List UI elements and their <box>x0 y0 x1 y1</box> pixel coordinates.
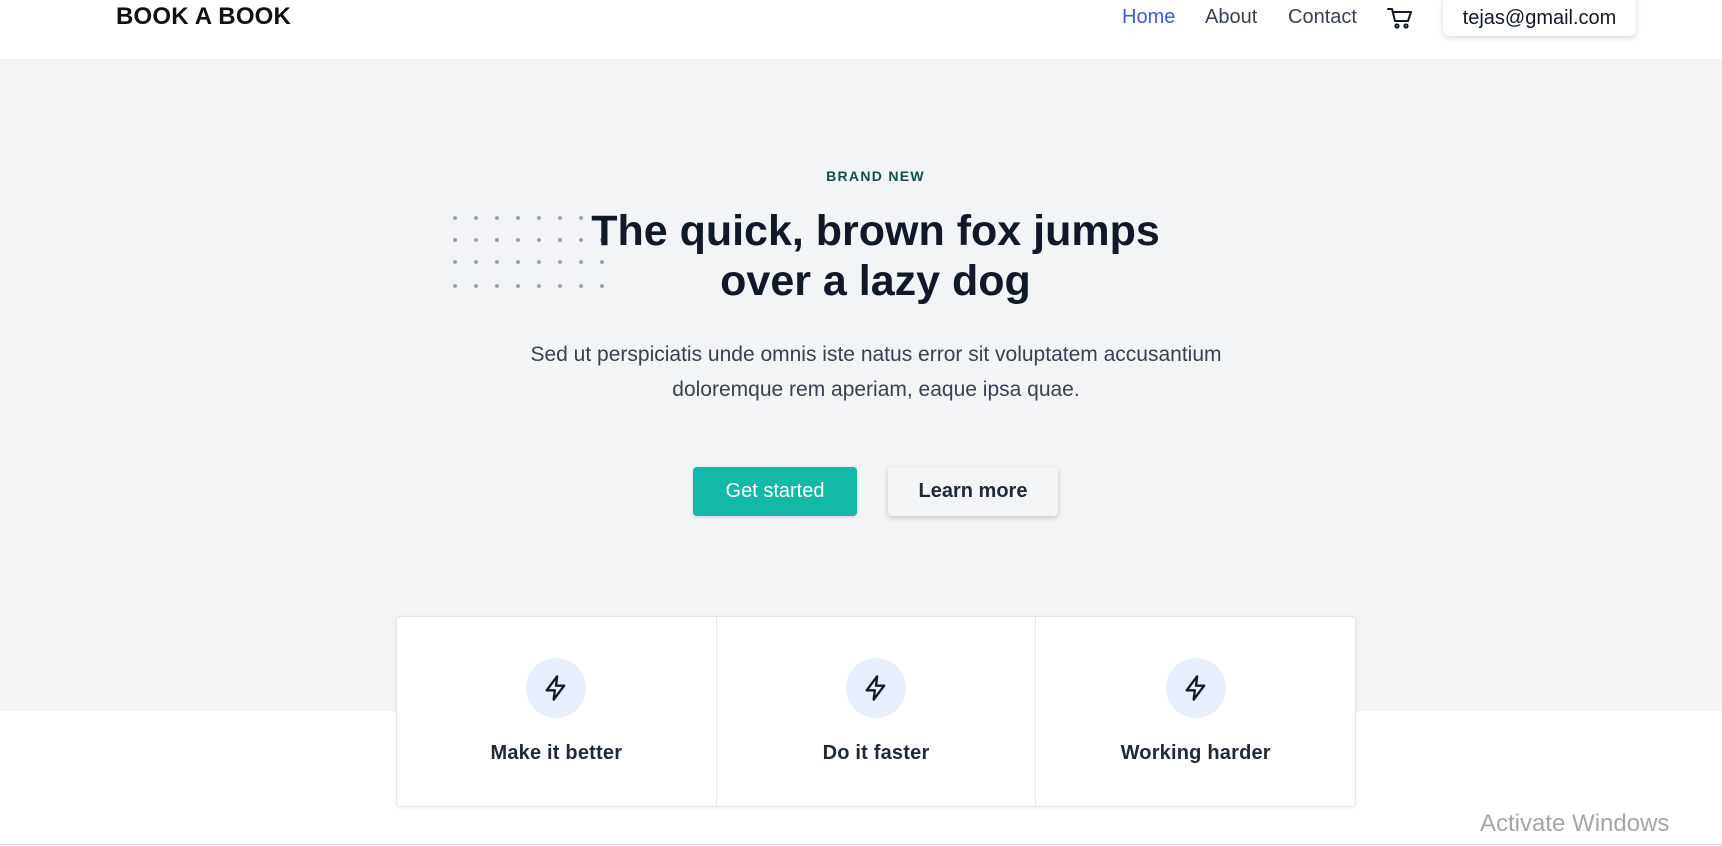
nav-link-about[interactable]: About <box>1205 6 1257 29</box>
hero-headline: The quick, brown fox jumps over a lazy d… <box>0 206 1722 306</box>
feature-card: Working harder <box>1036 617 1355 806</box>
brand-logo[interactable]: BOOK A BOOK <box>116 3 291 31</box>
lightning-icon <box>526 658 587 718</box>
lightning-icon <box>846 658 906 718</box>
nav-link-home[interactable]: Home <box>1122 6 1175 29</box>
feature-label: Working harder <box>1120 742 1271 764</box>
user-email: tejas@gmail.com <box>1462 6 1617 29</box>
hero-subtext: Sed ut perspiciatis unde omnis iste natu… <box>530 343 1222 401</box>
cart-icon[interactable] <box>1386 6 1414 30</box>
feature-card: Make it better <box>397 617 717 806</box>
hero-headline-line2: over a lazy dog <box>720 257 1031 305</box>
page: BOOK A BOOK Home About Contact tejas@gma… <box>0 0 1722 846</box>
nav-link-contact[interactable]: Contact <box>1288 6 1357 29</box>
user-menu-button[interactable]: tejas@gmail.com <box>1443 0 1636 36</box>
feature-label: Do it faster <box>822 742 930 764</box>
feature-label: Make it better <box>490 742 623 764</box>
navbar: BOOK A BOOK Home About Contact tejas@gma… <box>0 0 1722 59</box>
get-started-button[interactable]: Get started <box>693 467 857 516</box>
feature-card: Do it faster <box>717 617 1037 806</box>
learn-more-button[interactable]: Learn more <box>888 467 1058 516</box>
hero-eyebrow: BRAND NEW <box>826 168 925 184</box>
bottom-divider <box>0 844 1722 845</box>
activate-windows-watermark: Activate Windows <box>1480 810 1670 837</box>
hero-headline-line1: The quick, brown fox jumps <box>591 207 1160 255</box>
lightning-icon <box>1165 658 1226 718</box>
features-panel: Make it better Do it faster Working hard… <box>396 616 1356 807</box>
